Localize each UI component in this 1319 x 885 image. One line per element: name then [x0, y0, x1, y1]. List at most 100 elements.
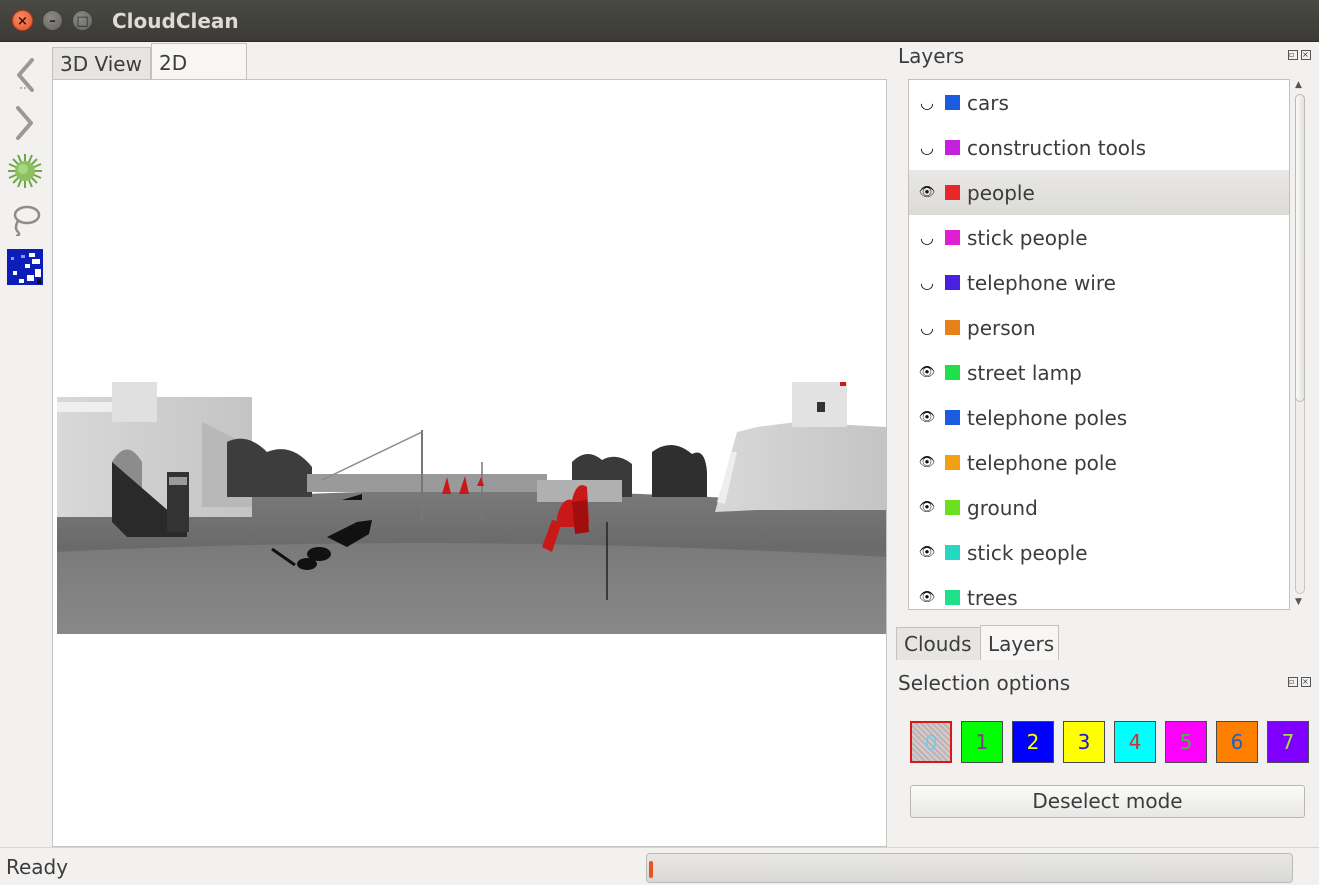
layer-name: street lamp	[967, 360, 1082, 385]
layer-list-scrollbar[interactable]: ▲ ▼	[1292, 80, 1306, 610]
layer-name: person	[967, 315, 1036, 340]
layer-color-swatch	[945, 320, 960, 335]
tab-clouds[interactable]: Clouds	[896, 627, 981, 660]
close-window-button[interactable]: ×	[12, 10, 33, 31]
eye-open-icon[interactable]: 👁	[912, 410, 942, 425]
eye-open-icon[interactable]: 👁	[912, 455, 942, 470]
layers-dock-title: Layers	[898, 44, 965, 68]
eye-closed-icon[interactable]: ◡	[912, 138, 942, 157]
layer-row[interactable]: 👁 telephone poles	[909, 395, 1289, 440]
eye-open-icon[interactable]: 👁	[912, 545, 942, 560]
scroll-down-icon[interactable]: ▼	[1295, 597, 1302, 607]
layer-row[interactable]: 👁 street lamp	[909, 350, 1289, 395]
scroll-thumb[interactable]	[1295, 94, 1305, 402]
back-button[interactable]	[6, 56, 44, 94]
noise-filter-icon	[7, 249, 43, 285]
progress-fill	[649, 861, 653, 878]
layer-color-swatch	[945, 140, 960, 155]
progress-bar	[646, 853, 1293, 883]
window-title: CloudClean	[112, 9, 239, 33]
layer-row[interactable]: 👁 stick people	[909, 530, 1289, 575]
close-dock-icon[interactable]: ×	[1301, 677, 1311, 687]
selection-layer-button-1[interactable]: 1	[961, 721, 1003, 763]
layer-name: telephone poles	[967, 405, 1128, 430]
forward-arrow-icon	[16, 106, 33, 140]
layer-color-swatch	[945, 545, 960, 560]
layer-row[interactable]: ◡ person	[909, 305, 1289, 350]
layer-name: construction tools	[967, 135, 1147, 160]
eye-closed-icon[interactable]: ◡	[912, 228, 942, 247]
layer-color-swatch	[945, 185, 960, 200]
back-arrow-icon	[17, 58, 34, 92]
selection-layer-button-4[interactable]: 4	[1114, 721, 1156, 763]
eye-open-icon[interactable]: 👁	[912, 500, 942, 515]
tab-layers[interactable]: Layers	[980, 625, 1059, 660]
status-bar: Ready	[0, 847, 1319, 885]
lasso-select-button[interactable]	[6, 200, 44, 238]
title-bar: × – □ CloudClean	[0, 0, 1319, 42]
selection-layer-button-0[interactable]: 0	[910, 721, 952, 763]
2d-viewport[interactable]	[52, 79, 887, 847]
layer-row[interactable]: ◡ telephone wire	[909, 260, 1289, 305]
layer-color-swatch	[945, 275, 960, 290]
selection-layer-button-2[interactable]: 2	[1012, 721, 1054, 763]
selection-layer-button-5[interactable]: 5	[1165, 721, 1207, 763]
layer-row[interactable]: 👁 ground	[909, 485, 1289, 530]
maximize-icon: □	[76, 14, 89, 29]
layer-name: stick people	[967, 540, 1088, 565]
layer-row[interactable]: ◡ cars	[909, 80, 1289, 125]
selection-options-dock: Selection options ▫ × 01234567 Deselect m…	[892, 665, 1319, 847]
layer-name: stick people	[967, 225, 1088, 250]
float-dock-icon[interactable]: ▫	[1288, 677, 1298, 687]
tool-bar	[0, 42, 50, 847]
layer-row[interactable]: ◡ stick people	[909, 215, 1289, 260]
eye-closed-icon[interactable]: ◡	[912, 93, 942, 112]
layer-name: cars	[967, 90, 1009, 115]
layers-dock-buttons: ▫ ×	[1285, 49, 1311, 60]
selection-dock-buttons: ▫ ×	[1285, 676, 1311, 687]
selection-layer-button-6[interactable]: 6	[1216, 721, 1258, 763]
point-cloud-panorama[interactable]	[57, 382, 886, 634]
maximize-window-button[interactable]: □	[72, 10, 93, 31]
close-dock-icon[interactable]: ×	[1301, 50, 1311, 60]
layer-color-swatch	[945, 455, 960, 470]
layer-color-swatch	[945, 410, 960, 425]
brush-select-icon	[8, 154, 42, 188]
layer-name: telephone wire	[967, 270, 1116, 295]
close-icon: ×	[17, 14, 28, 29]
eye-closed-icon[interactable]: ◡	[912, 318, 942, 337]
layer-name: ground	[967, 495, 1038, 520]
brush-select-button[interactable]	[6, 152, 44, 190]
forward-button[interactable]	[6, 104, 44, 142]
layer-row[interactable]: ◡ construction tools	[909, 125, 1289, 170]
minimize-icon: –	[49, 14, 56, 29]
eye-open-icon[interactable]: 👁	[912, 365, 942, 380]
layer-color-swatch	[945, 590, 960, 605]
eye-closed-icon[interactable]: ◡	[912, 273, 942, 292]
layer-name: telephone pole	[967, 450, 1117, 475]
lasso-select-icon	[13, 205, 41, 236]
tab-3d-view[interactable]: 3D View	[52, 47, 151, 80]
eye-open-icon[interactable]: 👁	[912, 185, 942, 200]
float-dock-icon[interactable]: ▫	[1288, 50, 1298, 60]
scroll-up-icon[interactable]: ▲	[1295, 80, 1302, 90]
layer-color-swatch	[945, 95, 960, 110]
noise-filter-button[interactable]	[6, 248, 44, 286]
layer-list[interactable]: ◡ cars ◡ construction tools 👁 people ◡ stick pe…	[908, 79, 1290, 610]
selection-dock-title: Selection options	[898, 671, 1071, 695]
deselect-mode-button[interactable]: Deselect mode	[910, 785, 1305, 818]
layer-row[interactable]: 👁 telephone pole	[909, 440, 1289, 485]
status-text: Ready	[6, 855, 69, 879]
selection-layer-button-7[interactable]: 7	[1267, 721, 1309, 763]
layer-color-swatch	[945, 365, 960, 380]
layer-row[interactable]: 👁 trees	[909, 575, 1289, 610]
layers-dock: Layers ▫ × ◡ cars ◡ construction tools 👁 peopl…	[892, 42, 1319, 624]
selection-layer-button-3[interactable]: 3	[1063, 721, 1105, 763]
tab-2d-view[interactable]: 2D View	[151, 43, 247, 113]
layer-name: trees	[967, 585, 1018, 610]
eye-open-icon[interactable]: 👁	[912, 590, 942, 605]
minimize-window-button[interactable]: –	[42, 10, 63, 31]
layer-name: people	[967, 180, 1035, 205]
layer-row[interactable]: 👁 people	[909, 170, 1289, 215]
layer-color-swatch	[945, 500, 960, 515]
